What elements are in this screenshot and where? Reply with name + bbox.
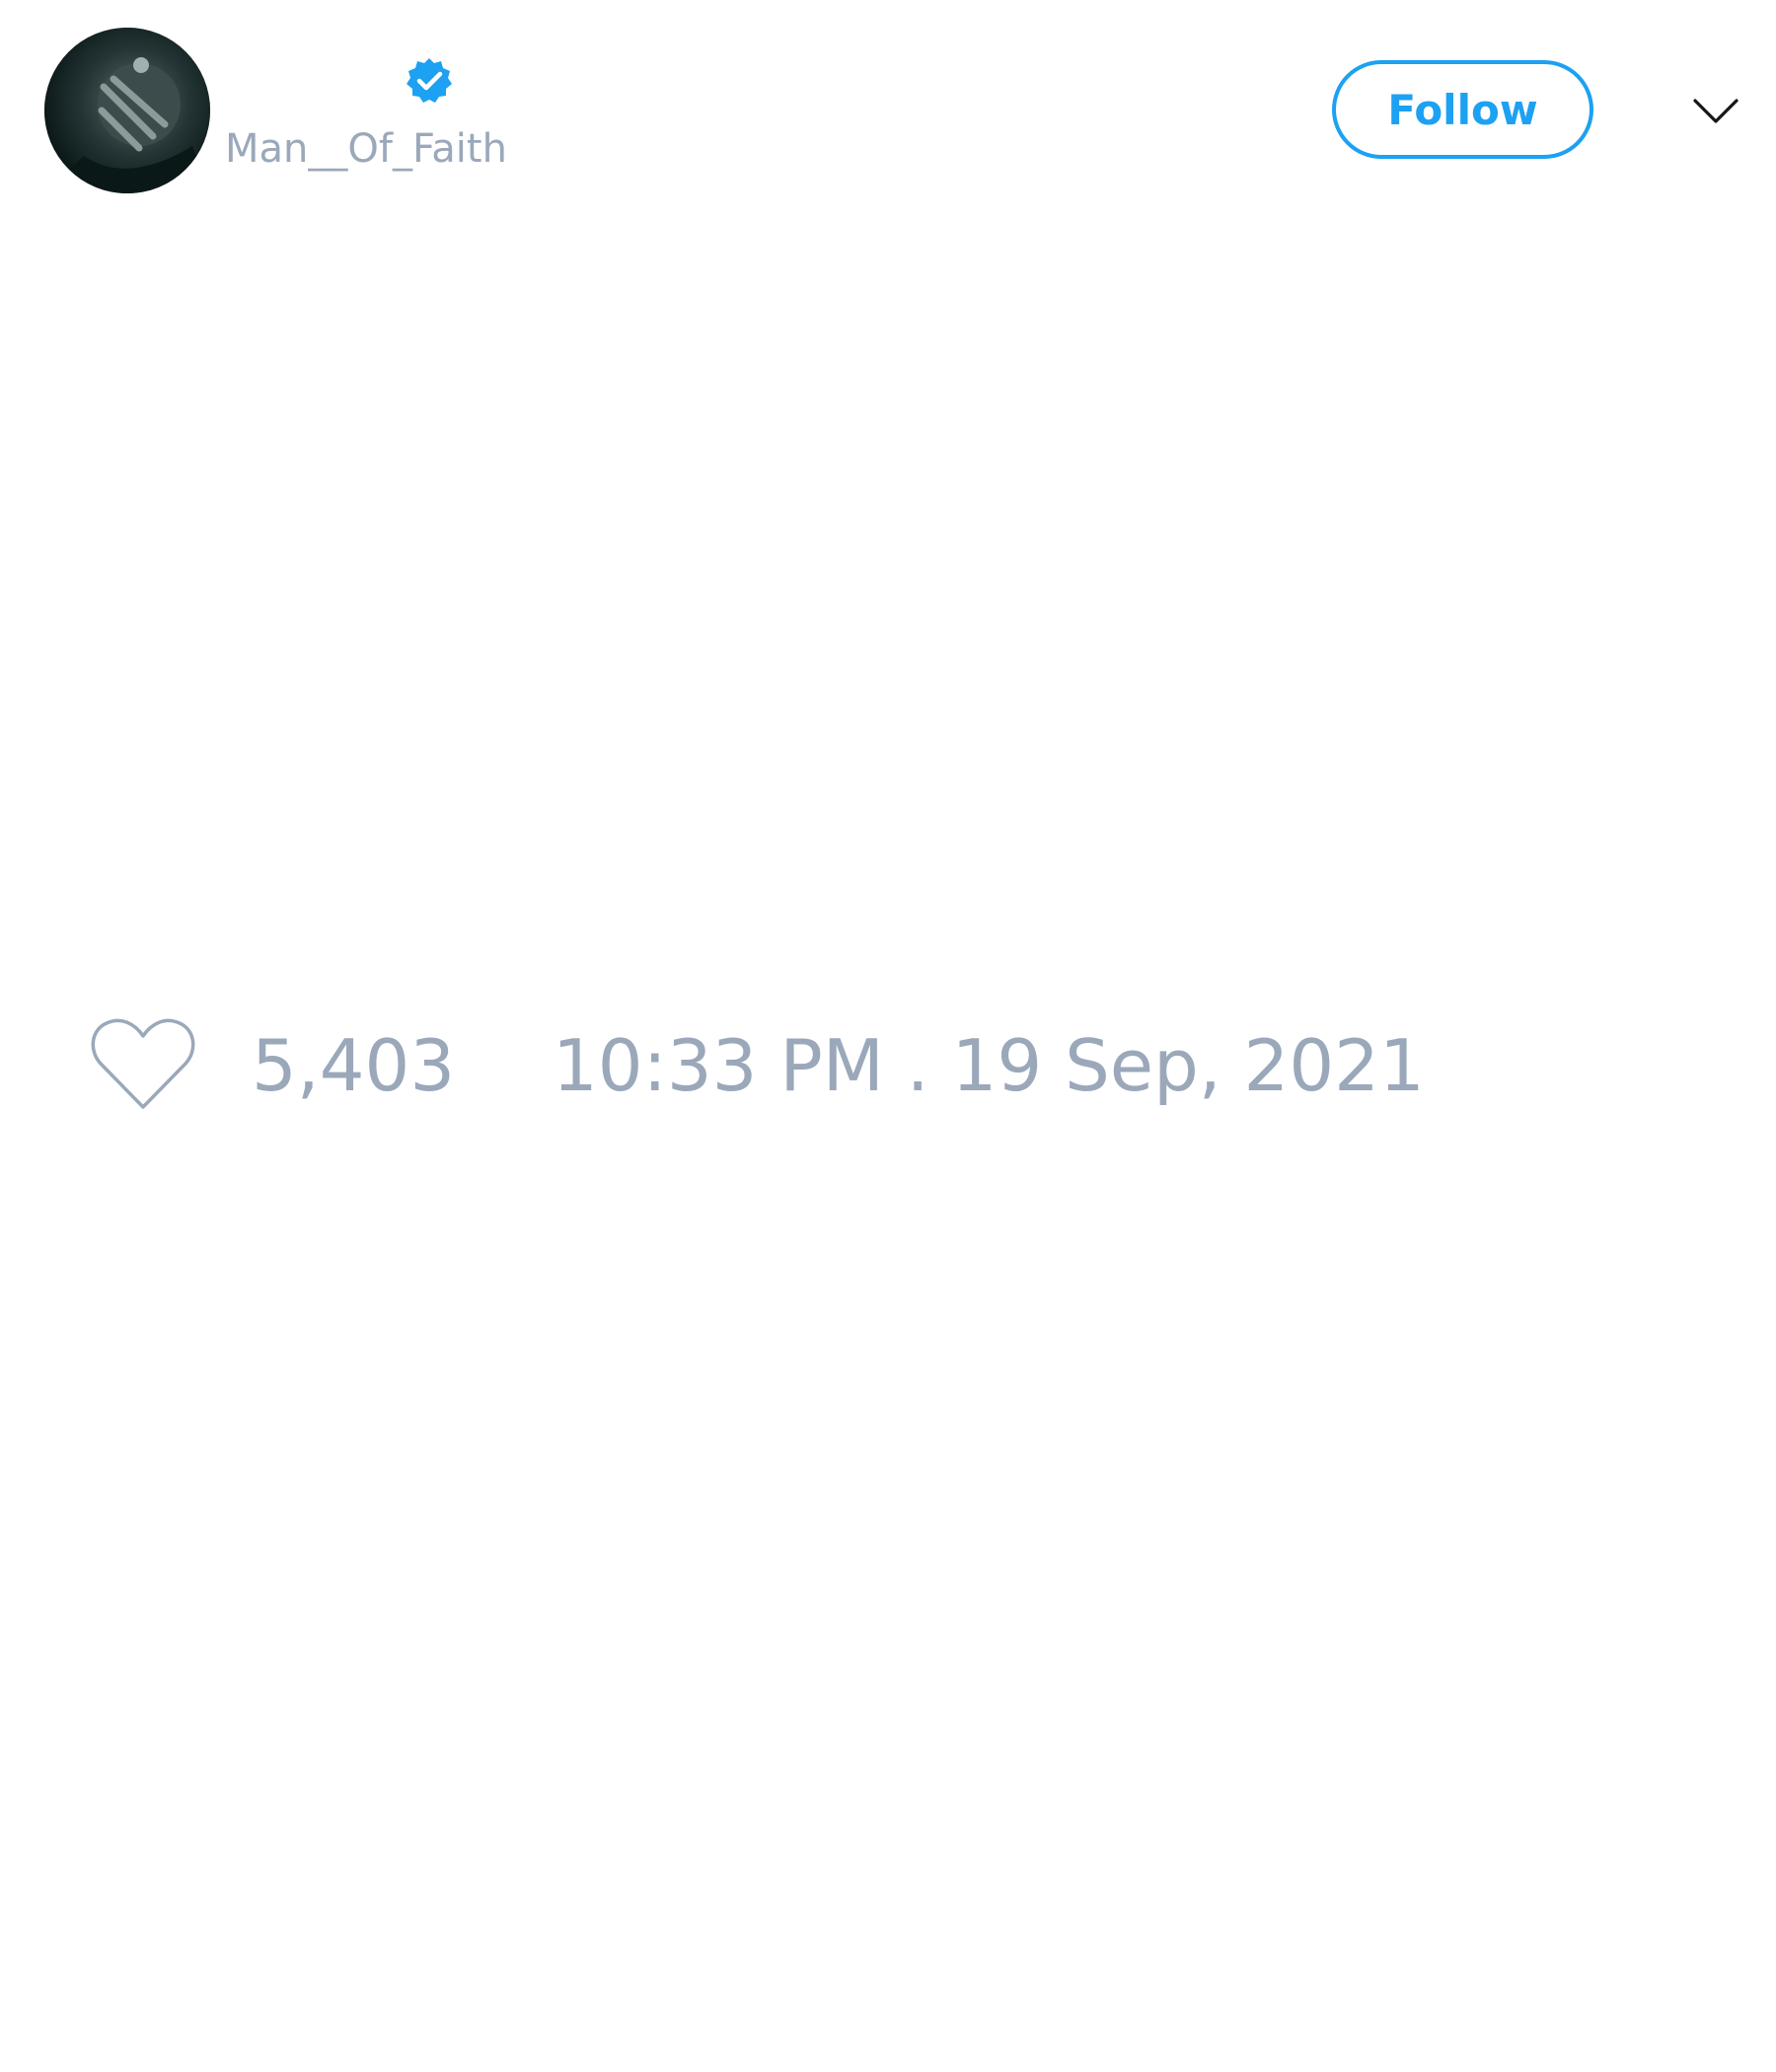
tweet-card: Man__Of_Faith Follow 5,403 10:33 PM . 19… [0, 0, 1776, 2072]
follow-button[interactable]: Follow [1332, 60, 1593, 159]
chevron-down-icon[interactable] [1691, 91, 1740, 130]
tweet-stats: 5,403 10:33 PM . 19 Sep, 2021 [0, 997, 1776, 1135]
avatar[interactable] [44, 28, 210, 193]
avatar-photo-icon [44, 28, 210, 193]
tweet-header: Man__Of_Faith Follow [0, 0, 1776, 217]
tweet-timestamp[interactable]: 10:33 PM . 19 Sep, 2021 [553, 1016, 1425, 1115]
verified-badge-icon [407, 58, 452, 103]
user-handle[interactable]: Man__Of_Faith [225, 124, 507, 174]
heart-outline-icon[interactable] [89, 1014, 197, 1113]
like-count: 5,403 [252, 1024, 456, 1107]
